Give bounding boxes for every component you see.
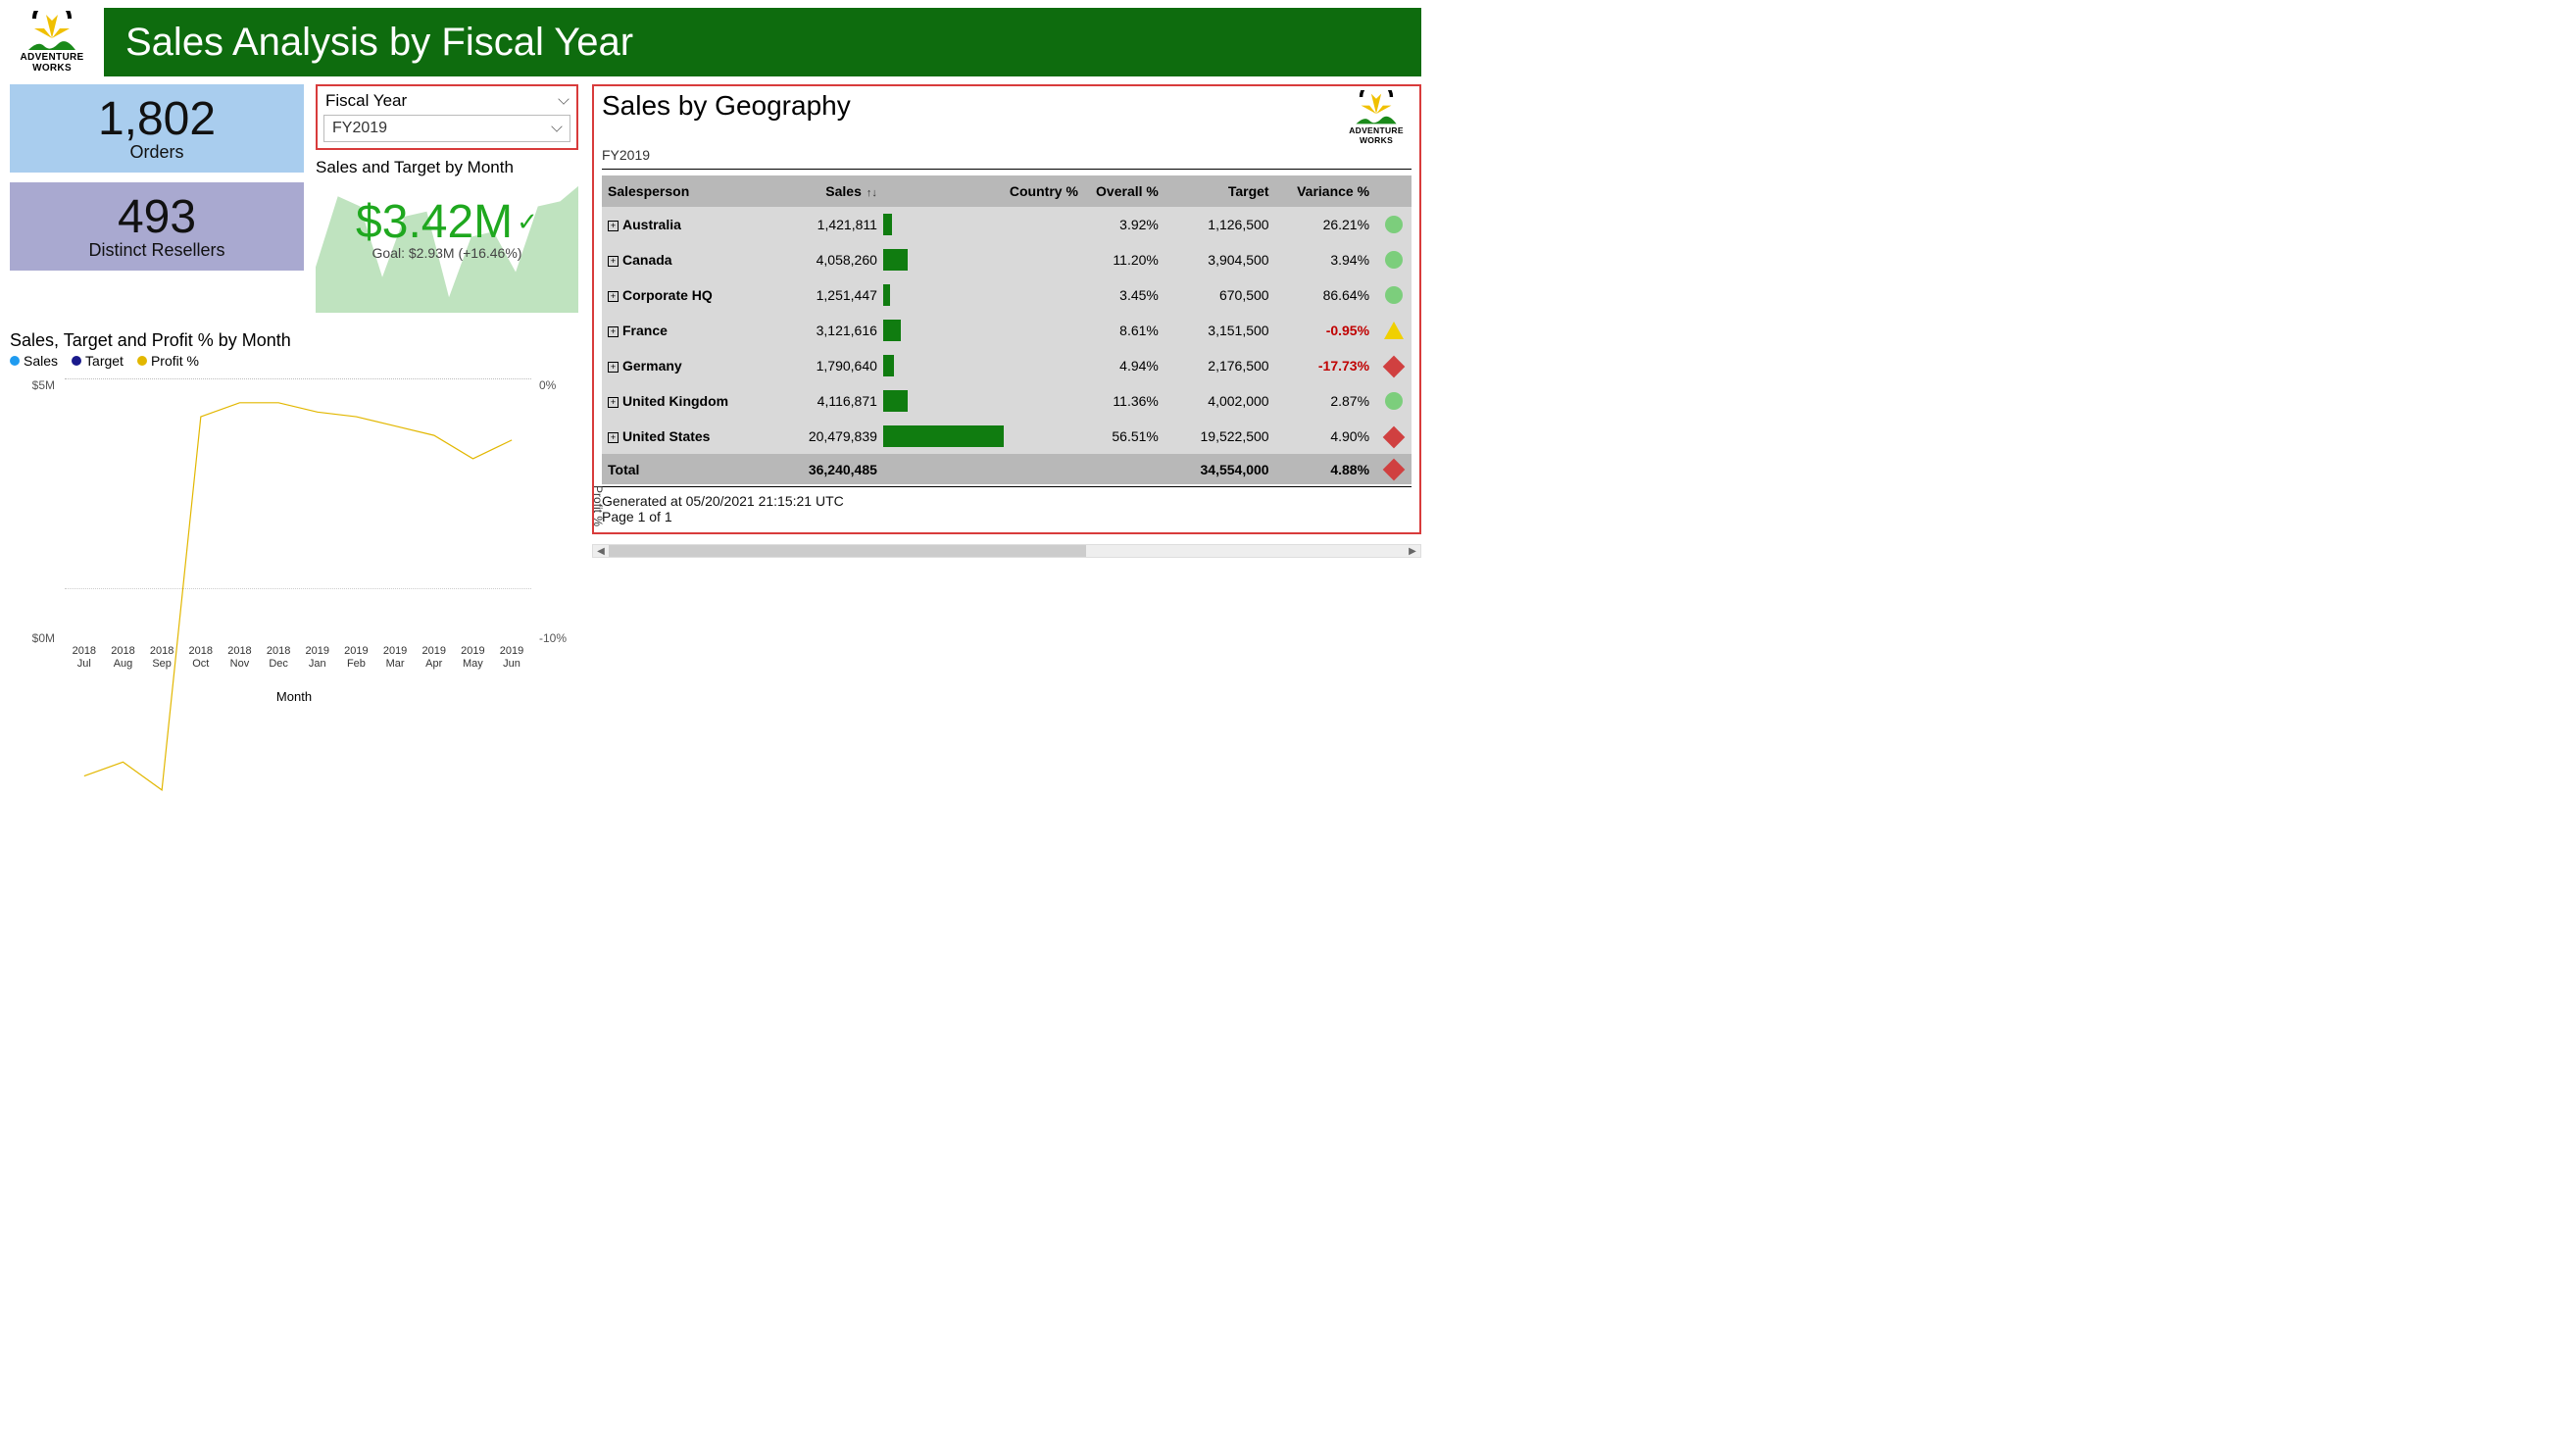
expand-icon[interactable]: + bbox=[608, 221, 619, 231]
slicer-label: Fiscal Year bbox=[325, 91, 407, 111]
brand-logo-small: ADVENTUREWORKS bbox=[1341, 90, 1412, 145]
col-salesperson[interactable]: Salesperson bbox=[602, 175, 772, 207]
generated-timestamp: Generated at 05/20/2021 21:15:21 UTC bbox=[602, 493, 1412, 509]
geo-fy-subtitle: FY2019 bbox=[602, 143, 1412, 170]
data-bar bbox=[883, 249, 908, 271]
plot-area bbox=[65, 378, 531, 588]
legend-profit[interactable]: Profit % bbox=[137, 353, 199, 369]
adventure-works-icon bbox=[1353, 90, 1400, 127]
legend-sales[interactable]: Sales bbox=[10, 353, 58, 369]
col-status bbox=[1375, 175, 1412, 207]
expand-icon[interactable]: + bbox=[608, 291, 619, 302]
page-number: Page 1 of 1 bbox=[602, 509, 1412, 524]
status-diamond-icon bbox=[1382, 459, 1405, 481]
col-overall-pct[interactable]: Overall % bbox=[1084, 175, 1164, 207]
orders-label: Orders bbox=[10, 142, 304, 163]
geo-footer: Generated at 05/20/2021 21:15:21 UTC Pag… bbox=[602, 486, 1412, 524]
sales-by-geography-visual[interactable]: Sales by Geography ADVENTUREWORKS FY2 bbox=[592, 84, 1421, 534]
status-diamond-icon bbox=[1382, 355, 1405, 377]
check-icon: ✓ bbox=[517, 207, 538, 237]
report-header: ADVENTUREWORKS Sales Analysis by Fiscal … bbox=[10, 8, 1421, 76]
y-axis-right: 0% -10% bbox=[535, 378, 578, 645]
geo-matrix[interactable]: Salesperson Sales ↑↓ Country % Overall %… bbox=[602, 175, 1412, 484]
table-row[interactable]: +Corporate HQ1,251,4473.45%670,50086.64% bbox=[602, 277, 1412, 313]
chevron-down-icon[interactable] bbox=[558, 93, 569, 104]
y-axis-left: $5M $0M bbox=[10, 378, 59, 645]
col-country-pct[interactable]: Country % bbox=[1004, 175, 1084, 207]
data-bar bbox=[883, 390, 908, 412]
data-bar bbox=[883, 425, 1004, 447]
expand-icon[interactable]: + bbox=[608, 256, 619, 267]
data-bar bbox=[883, 355, 894, 376]
kpi-sales-target[interactable]: Sales and Target by Month $3.42M✓ Goal: … bbox=[316, 156, 578, 313]
table-row[interactable]: +Germany1,790,6404.94%2,176,500-17.73% bbox=[602, 348, 1412, 383]
col-target[interactable]: Target bbox=[1164, 175, 1275, 207]
expand-icon[interactable]: + bbox=[608, 397, 619, 408]
col-variance[interactable]: Variance % bbox=[1275, 175, 1375, 207]
status-circle-icon bbox=[1385, 286, 1403, 304]
kpi-value: $3.42M✓ bbox=[356, 195, 538, 249]
expand-icon[interactable]: + bbox=[608, 432, 619, 443]
table-header-row[interactable]: Salesperson Sales ↑↓ Country % Overall %… bbox=[602, 175, 1412, 207]
scroll-track[interactable] bbox=[609, 545, 1405, 557]
scroll-left-icon[interactable]: ◀ bbox=[593, 546, 609, 557]
orders-value: 1,802 bbox=[10, 92, 304, 146]
expand-icon[interactable]: + bbox=[608, 362, 619, 373]
legend-target[interactable]: Target bbox=[72, 353, 124, 369]
adventure-works-icon bbox=[25, 11, 79, 54]
chevron-down-icon[interactable] bbox=[551, 121, 562, 131]
brand-logo: ADVENTUREWORKS bbox=[10, 11, 94, 74]
slicer-selected: FY2019 bbox=[332, 120, 387, 137]
geo-title: Sales by Geography bbox=[602, 90, 851, 122]
data-bar bbox=[883, 320, 901, 341]
data-bar bbox=[883, 214, 892, 235]
x-axis-label: Month bbox=[10, 689, 578, 704]
col-sales[interactable]: Sales ↑↓ bbox=[772, 175, 883, 207]
table-row[interactable]: +France3,121,6168.61%3,151,500-0.95% bbox=[602, 313, 1412, 348]
chart-legend[interactable]: Sales Target Profit % bbox=[10, 353, 578, 369]
expand-icon[interactable]: + bbox=[608, 326, 619, 337]
page-title: Sales Analysis by Fiscal Year bbox=[104, 8, 1421, 76]
scroll-thumb[interactable] bbox=[609, 545, 1086, 557]
status-circle-icon bbox=[1385, 216, 1403, 233]
table-row[interactable]: +Australia1,421,8113.92%1,126,50026.21% bbox=[602, 207, 1412, 242]
combo-chart-visual[interactable]: Sales, Target and Profit % by Month Sale… bbox=[10, 330, 578, 702]
resellers-label: Distinct Resellers bbox=[10, 240, 304, 261]
status-circle-icon bbox=[1385, 392, 1403, 410]
status-triangle-icon bbox=[1384, 322, 1404, 339]
scroll-right-icon[interactable]: ▶ bbox=[1405, 546, 1420, 557]
table-row[interactable]: +Canada4,058,26011.20%3,904,5003.94% bbox=[602, 242, 1412, 277]
status-diamond-icon bbox=[1382, 425, 1405, 448]
resellers-value: 493 bbox=[10, 190, 304, 244]
chart-title: Sales, Target and Profit % by Month bbox=[10, 330, 578, 351]
status-circle-icon bbox=[1385, 251, 1403, 269]
card-distinct-resellers[interactable]: 493 Distinct Resellers bbox=[10, 182, 304, 271]
horizontal-scrollbar[interactable]: ◀ ▶ bbox=[592, 544, 1421, 558]
table-row[interactable]: +United Kingdom4,116,87111.36%4,002,0002… bbox=[602, 383, 1412, 419]
data-bar bbox=[883, 284, 890, 306]
table-total-row: Total36,240,48534,554,0004.88% bbox=[602, 454, 1412, 484]
col-sales-bar bbox=[883, 175, 1004, 207]
fiscal-year-slicer[interactable]: Fiscal Year FY2019 bbox=[316, 84, 578, 150]
table-row[interactable]: +United States20,479,83956.51%19,522,500… bbox=[602, 419, 1412, 454]
y-axis-right-label: Profit % bbox=[591, 485, 605, 526]
slicer-dropdown[interactable]: FY2019 bbox=[323, 115, 570, 142]
sort-icon: ↑↓ bbox=[864, 187, 877, 199]
card-orders[interactable]: 1,802 Orders bbox=[10, 84, 304, 173]
